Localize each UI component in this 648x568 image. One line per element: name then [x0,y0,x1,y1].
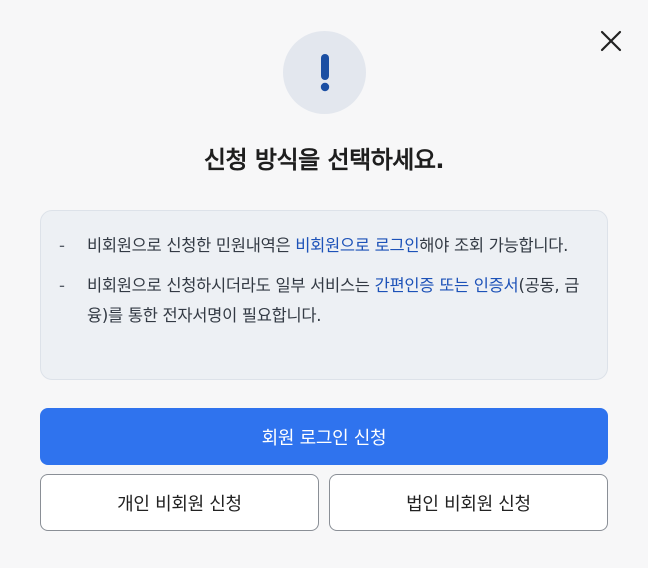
notice-highlight: 간편인증 또는 인증서 [374,276,519,295]
exclamation-icon [320,53,329,91]
notice-highlight: 비회원으로 로그인 [295,236,420,255]
notice-text-after: 해야 조회 가능합니다. [419,236,569,255]
dialog-title: 신청 방식을 선택하세요. [203,146,445,174]
notice-text-before: 비회원으로 신청한 민원내역은 [87,236,296,255]
notice-dash: - [59,236,65,255]
notice-text: 비회원으로 신청한 민원내역은 비회원으로 로그인해야 조회 가능합니다. [87,231,589,261]
notice-text-before: 비회원으로 신청하시더라도 일부 서비스는 [87,276,375,295]
member-login-button[interactable]: 회원 로그인 신청 [40,408,608,465]
close-button[interactable] [596,26,626,56]
individual-guest-button[interactable]: 개인 비회원 신청 [40,474,319,531]
apply-method-dialog: 신청 방식을 선택하세요. - 비회원으로 신청한 민원내역은 비회원으로 로그… [0,0,648,568]
notice-dash: - [59,276,65,295]
notice-text: 비회원으로 신청하시더라도 일부 서비스는 간편인증 또는 인증서(공동, 금융… [87,271,589,331]
notice-box: - 비회원으로 신청한 민원내역은 비회원으로 로그인해야 조회 가능합니다. … [40,210,608,380]
notice-item: - 비회원으로 신청한 민원내역은 비회원으로 로그인해야 조회 가능합니다. [59,231,589,261]
notice-item: - 비회원으로 신청하시더라도 일부 서비스는 간편인증 또는 인증서(공동, … [59,271,589,331]
alert-badge [283,31,366,114]
close-icon [600,30,622,52]
corporate-guest-button[interactable]: 법인 비회원 신청 [329,474,608,531]
